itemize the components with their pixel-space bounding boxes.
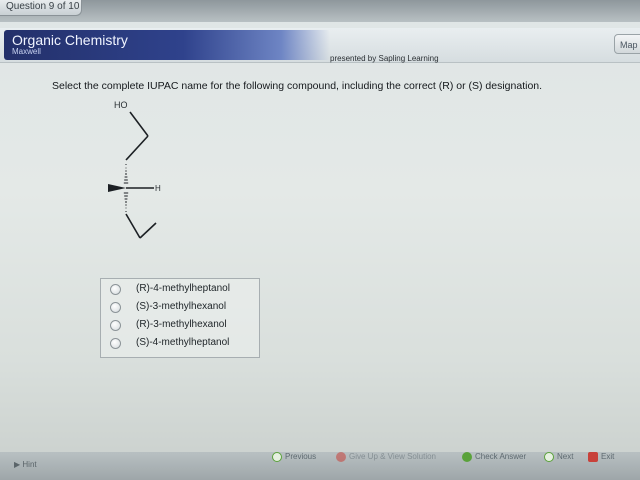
- radio-button[interactable]: [110, 320, 121, 331]
- choice-2[interactable]: (S)-3-methylhexanol: [101, 299, 259, 317]
- check-answer-button[interactable]: Check Answer: [462, 452, 526, 466]
- choice-label: (S)-4-methylheptanol: [136, 337, 230, 348]
- bond-4: [139, 222, 157, 239]
- next-button[interactable]: Next: [544, 452, 573, 466]
- radio-button[interactable]: [110, 302, 121, 313]
- radio-button[interactable]: [110, 338, 121, 349]
- browser-top-strip: [0, 0, 640, 22]
- hashed-wedge-down: [123, 192, 129, 212]
- choice-3[interactable]: (R)-3-methylhexanol: [101, 317, 259, 335]
- choice-label: (R)-3-methylhexanol: [136, 319, 227, 330]
- give-up-icon: [336, 452, 346, 462]
- choice-label: (R)-4-methylheptanol: [136, 283, 230, 294]
- check-answer-label: Check Answer: [475, 452, 527, 462]
- play-icon: ▶: [14, 460, 21, 469]
- bond-2: [125, 135, 149, 161]
- exit-icon: [588, 452, 598, 462]
- course-subtitle: Maxwell: [12, 47, 41, 56]
- previous-button[interactable]: Previous: [272, 452, 316, 466]
- exit-label: Exit: [601, 452, 615, 462]
- hint-label: Hint: [22, 460, 37, 469]
- give-up-label: Give Up & View Solution: [349, 452, 437, 462]
- give-up-button[interactable]: Give Up & View Solution: [336, 452, 436, 466]
- choice-label: (S)-3-methylhexanol: [136, 301, 227, 312]
- map-button[interactable]: Map: [614, 34, 640, 54]
- hydroxyl-label: HO: [114, 100, 128, 110]
- hashed-wedge-up: [123, 164, 129, 184]
- hydrogen-label: H: [155, 184, 161, 193]
- choice-1[interactable]: (R)-4-methylheptanol: [101, 281, 259, 299]
- radio-button[interactable]: [110, 284, 121, 295]
- question-tab[interactable]: Question 9 of 10: [0, 0, 82, 16]
- choice-4[interactable]: (S)-4-methylheptanol: [101, 335, 259, 353]
- bond-3: [125, 213, 141, 239]
- molecule-structure: HO H: [96, 98, 196, 268]
- question-text: Select the complete IUPAC name for the f…: [52, 80, 543, 92]
- exit-button[interactable]: Exit: [588, 452, 614, 466]
- next-label: Next: [557, 452, 574, 462]
- wedge-bond: [108, 184, 126, 192]
- check-icon: [462, 452, 472, 462]
- brand-banner: Organic Chemistry Maxwell: [4, 30, 330, 60]
- course-title: Organic Chemistry: [12, 32, 128, 48]
- previous-label: Previous: [285, 452, 317, 462]
- answer-choices: (R)-4-methylheptanol (S)-3-methylhexanol…: [100, 278, 260, 358]
- hint-button[interactable]: ▶ Hint: [14, 460, 37, 469]
- previous-icon: [272, 452, 282, 462]
- skeletal-structure-drawing: HO H: [108, 100, 161, 239]
- bond-1: [129, 111, 149, 137]
- presented-by-text: presented by Sapling Learning: [330, 54, 439, 63]
- next-icon: [544, 452, 554, 462]
